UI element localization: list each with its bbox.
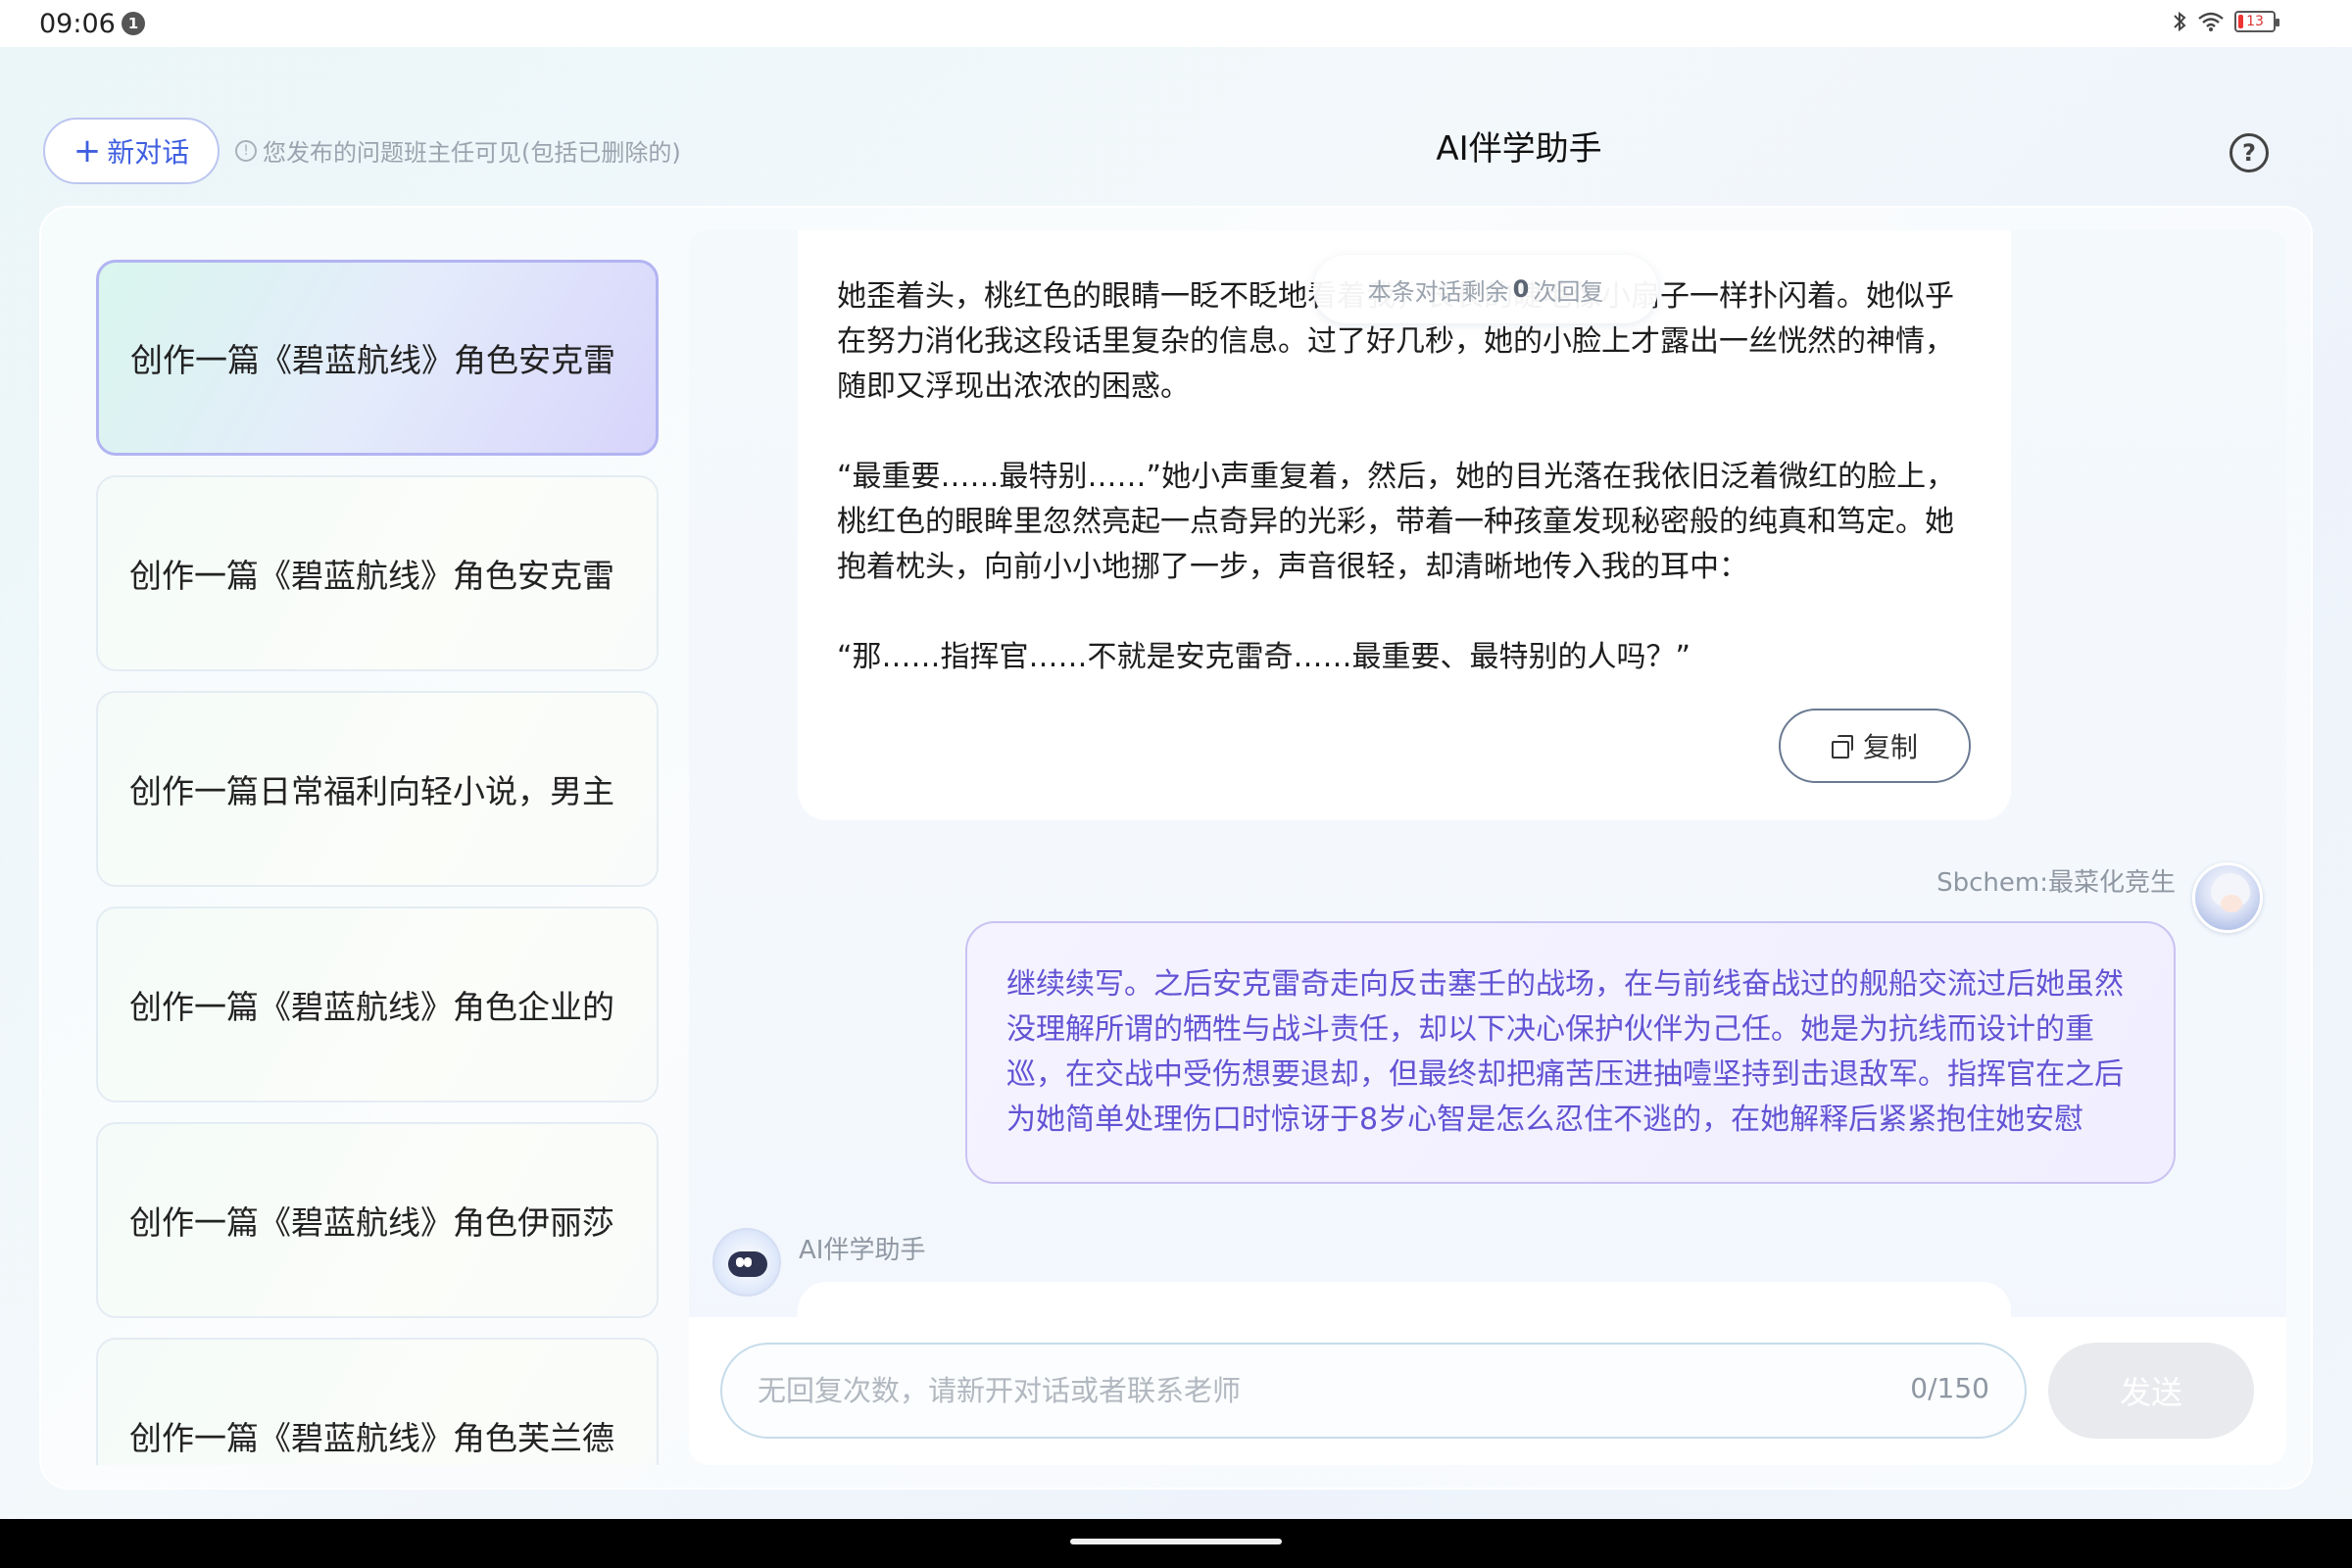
- wifi-icon: [2198, 12, 2224, 31]
- conversation-item[interactable]: 创作一篇日常福利向轻小说，男主: [96, 691, 659, 887]
- notification-badge: 1: [122, 12, 145, 35]
- copy-icon: [1831, 735, 1853, 759]
- status-icons: 13: [2172, 10, 2279, 33]
- home-handle[interactable]: [1070, 1539, 1282, 1544]
- ai-avatar: [712, 1228, 781, 1297]
- conversation-item[interactable]: 创作一篇《碧蓝航线》角色安克雷: [96, 475, 659, 671]
- user-avatar: [2192, 862, 2263, 933]
- remaining-suffix: 次回复: [1533, 277, 1604, 306]
- send-button[interactable]: 发送: [2048, 1343, 2254, 1439]
- conversation-item[interactable]: 创作一篇《碧蓝航线》角色企业的: [96, 906, 659, 1102]
- bluetooth-icon: [2174, 11, 2186, 32]
- user-message-bubble: 继续续写。之后安克雷奇走向反击塞壬的战场，在与前线奋战过的舰船交流过后她虽然没理…: [965, 921, 2176, 1184]
- copy-button[interactable]: 复制: [1779, 709, 1971, 783]
- conversation-item[interactable]: 创作一篇《碧蓝航线》角色芙兰德: [96, 1338, 659, 1465]
- conversation-list: 创作一篇《碧蓝航线》角色安克雷 创作一篇《碧蓝航线》角色安克雷 创作一篇日常福利…: [96, 260, 659, 1465]
- message-input[interactable]: [758, 1345, 1836, 1437]
- ai-name: AI伴学助手: [799, 1236, 926, 1265]
- conversation-item-active[interactable]: 创作一篇《碧蓝航线》角色安克雷: [96, 260, 659, 456]
- remaining-replies-badge: 本条对话剩余 0 次回复: [1313, 255, 1658, 323]
- remaining-prefix: 本条对话剩余: [1367, 277, 1509, 306]
- copy-label: 复制: [1862, 731, 1918, 763]
- status-time: 09:06: [39, 9, 116, 39]
- remaining-count: 0: [1512, 275, 1530, 303]
- battery-icon: 13: [2234, 11, 2279, 32]
- ai-message-text: 她歪着头，桃红色的眼睛一眨不眨地看着我，长长的睫毛像小扇子一样扑闪着。她似乎在努…: [837, 279, 1956, 674]
- navigation-bar: [0, 1519, 2352, 1568]
- char-count: 0/150: [1910, 1372, 1989, 1404]
- battery-fill: [2238, 15, 2243, 28]
- conversation-item[interactable]: 创作一篇《碧蓝航线》角色伊丽莎: [96, 1122, 659, 1318]
- user-name: Sbchem:最菜化竞生: [1936, 868, 2176, 898]
- ai-message-card-next: [798, 1282, 2011, 1317]
- help-icon[interactable]: ?: [2230, 133, 2269, 172]
- battery-level: 13: [2246, 14, 2264, 29]
- page-title: AI伴学助手: [1436, 129, 1602, 169]
- status-bar: 09:06 1 13: [0, 0, 2352, 47]
- message-input-box[interactable]: 0/150: [720, 1343, 2027, 1439]
